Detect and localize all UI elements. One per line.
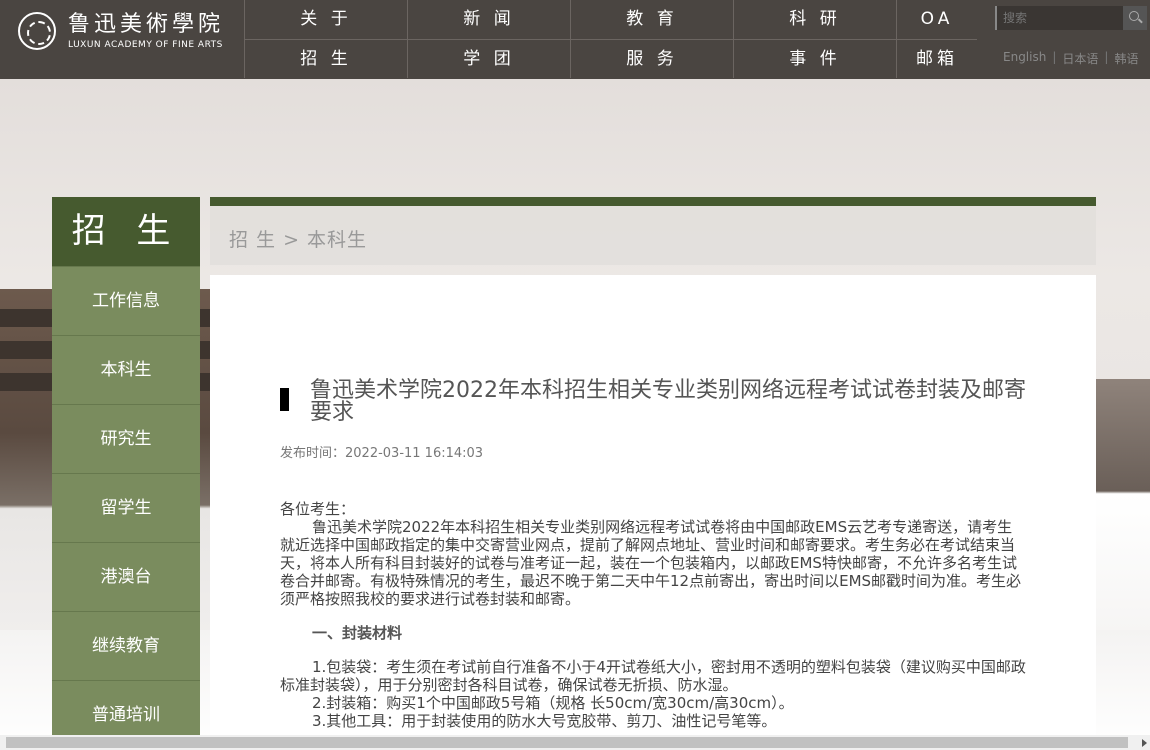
article-title-text: 鲁迅美术学院2022年本科招生相关专业类别网络远程考试试卷封装及邮寄要求 (310, 378, 1026, 425)
search-input[interactable] (995, 6, 1123, 30)
article-body: 各位考生： 鲁迅美术学院2022年本科招生相关专业类别网络远程考试试卷将由中国邮… (280, 500, 1026, 730)
site-header: 鲁迅美術學院 LUXUN ACADEMY OF FINE ARTS 关 于 新 … (0, 0, 1150, 79)
breadcrumb-bar: 招 生 > 本科生 (210, 197, 1096, 265)
article-panel: 鲁迅美术学院2022年本科招生相关专业类别网络远程考试试卷封装及邮寄要求 发布时… (210, 275, 1096, 750)
sidebar: 招 生 工作信息 本科生 研究生 留学生 港澳台 继续教育 普通培训 (52, 197, 200, 749)
seal-icon (18, 12, 56, 50)
sidebar-item-undergraduate[interactable]: 本科生 (52, 335, 200, 404)
paragraph: 鲁迅美术学院2022年本科招生相关专业类别网络远程考试试卷将由中国邮政EMS云艺… (280, 518, 1022, 608)
sidebar-item-hk-macau-taiwan[interactable]: 港澳台 (52, 542, 200, 611)
divider: | (1052, 50, 1057, 64)
paragraph: 1.包装袋：考生须在考试前自行准备不小于4开试卷纸大小，密封用不透明的塑料包装袋… (280, 658, 1026, 694)
nav-mail[interactable]: 邮箱 (896, 40, 977, 78)
nav-student-groups[interactable]: 学 团 (407, 40, 570, 78)
nav-admissions[interactable]: 招 生 (244, 40, 407, 78)
breadcrumb[interactable]: 招 生 > 本科生 (229, 225, 367, 252)
article-title: 鲁迅美术学院2022年本科招生相关专业类别网络远程考试试卷封装及邮寄要求 (280, 380, 1030, 424)
search-box (995, 6, 1147, 30)
divider: | (1104, 50, 1109, 64)
language-links: English | 日本语 | 韩语 (1003, 50, 1138, 67)
logo[interactable]: 鲁迅美術學院 LUXUN ACADEMY OF FINE ARTS (18, 12, 224, 50)
horizontal-scrollbar[interactable] (0, 735, 1150, 750)
nav-services[interactable]: 服 务 (570, 40, 733, 78)
search-icon[interactable] (1123, 6, 1147, 30)
nav-oa[interactable]: OA (896, 0, 977, 39)
sidebar-item-continuing-education[interactable]: 继续教育 (52, 611, 200, 680)
lang-korean[interactable]: 韩语 (1114, 50, 1138, 67)
nav-news[interactable]: 新 闻 (407, 0, 570, 39)
publish-time: 发布时间：2022-03-11 16:14:03 (280, 446, 484, 461)
paragraph: 2.封装箱：购买1个中国邮政5号箱（规格 长50cm/宽30cm/高30cm）。 (312, 694, 794, 712)
lang-english[interactable]: English (1003, 50, 1046, 67)
nav-about[interactable]: 关 于 (244, 0, 407, 39)
scroll-right-icon[interactable] (1142, 739, 1147, 747)
sidebar-item-work-info[interactable]: 工作信息 (52, 266, 200, 335)
logo-chinese: 鲁迅美術學院 (68, 12, 225, 37)
scrollbar-thumb[interactable] (6, 737, 1128, 748)
paragraph: 3.其他工具：用于封装使用的防水大号宽胶带、剪刀、油性记号笔等。 (312, 712, 777, 730)
section-heading: 一、封装材料 (312, 624, 403, 642)
main-nav: 关 于 新 闻 教 育 科 研 OA 招 生 学 团 服 务 事 件 邮箱 (244, 0, 977, 79)
sidebar-item-international[interactable]: 留学生 (52, 473, 200, 542)
nav-research[interactable]: 科 研 (733, 0, 896, 39)
lang-japanese[interactable]: 日本语 (1062, 50, 1098, 67)
building-right (1094, 379, 1150, 659)
sidebar-title: 招 生 (52, 197, 200, 266)
greeting: 各位考生： (280, 500, 356, 518)
nav-education[interactable]: 教 育 (570, 0, 733, 39)
sidebar-item-graduate[interactable]: 研究生 (52, 404, 200, 473)
logo-english: LUXUN ACADEMY OF FINE ARTS (68, 40, 223, 50)
nav-events[interactable]: 事 件 (733, 40, 896, 78)
